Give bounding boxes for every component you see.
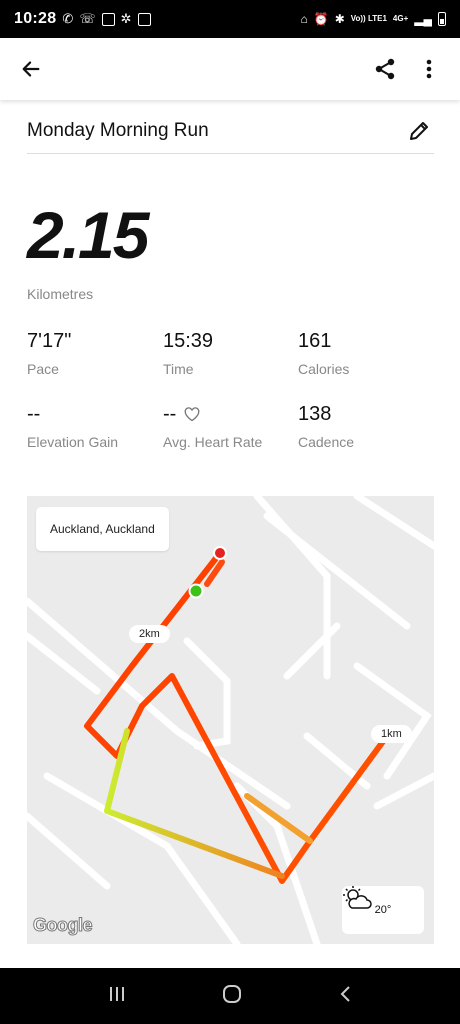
status-bar: 10:28 ✆ ☏ ✲ ⌂ ⏰ ✱ Vo)) LTE1 4G+ ▂▄ [0,0,460,38]
stat-value: 15:39 [163,330,214,352]
distance-value: 2.15 [27,198,149,272]
heart-icon [184,407,200,422]
pinwheel-icon: ✲ [120,11,132,26]
phone-icon: ☏ [79,11,96,26]
stat-value: 7'17" [27,330,72,352]
location-label: Auckland, Auckland [36,507,169,551]
stat-label: Calories [298,361,350,377]
share-icon[interactable] [368,52,402,86]
stat-label: Elevation Gain [27,434,119,450]
stat-value: -- [27,403,41,425]
stat-heart-rate: -- Avg. Heart Rate [163,403,262,451]
stat-label: Avg. Heart Rate [163,434,263,450]
battery-icon [438,12,446,26]
more-vertical-icon[interactable] [412,52,446,86]
partly-cloudy-icon [343,886,372,909]
km-marker-1: 1km [371,725,412,743]
stat-time: 15:39 Time [163,330,213,378]
start-marker [188,583,204,599]
km-marker-2: 2km [129,625,170,643]
signal-icon: ▂▄ [414,12,432,26]
stat-label: Cadence [298,434,355,450]
stat-calories: 161 Calories [298,330,349,378]
route-path [84,546,390,884]
title-row: Monday Morning Run [27,108,434,154]
stat-pace: 7'17" Pace [27,330,71,378]
stat-value: -- [163,403,177,425]
stat-value: 138 [298,403,332,425]
app-bar [0,38,460,100]
stat-cadence: 138 Cadence [298,403,354,451]
stat-label: Time [163,361,194,377]
stat-elevation: -- Elevation Gain [27,403,127,451]
route-map[interactable]: Auckland, Auckland 2km 1km Google 20° [27,496,434,944]
alarm-icon: ⏰ [313,12,329,26]
lock-icon: ⌂ [300,12,308,26]
pencil-icon[interactable] [404,116,434,146]
stat-value: 161 [298,330,332,352]
whatsapp-icon: ✆ [62,11,74,26]
home-icon[interactable] [222,984,242,1009]
back-arrow-icon[interactable] [14,52,48,86]
status-time: 10:28 [14,10,57,27]
bluetooth-icon: ✱ [334,12,345,26]
google-logo: Google [33,915,94,936]
back-nav-icon[interactable] [338,985,352,1008]
gallery-icon [101,12,115,26]
weather-badge: 20° [342,886,424,934]
weather-temp: 20° [374,904,392,916]
system-nav-bar [0,968,460,1024]
image-icon [137,12,151,26]
volte-indicator: Vo)) LTE1 [350,14,387,23]
activity-title: Monday Morning Run [27,119,209,141]
stat-label: Pace [27,361,59,377]
network-type: 4G+ [392,14,409,23]
distance-unit: Kilometres [27,286,94,302]
end-marker [213,546,227,560]
recent-apps-icon[interactable] [108,986,126,1007]
